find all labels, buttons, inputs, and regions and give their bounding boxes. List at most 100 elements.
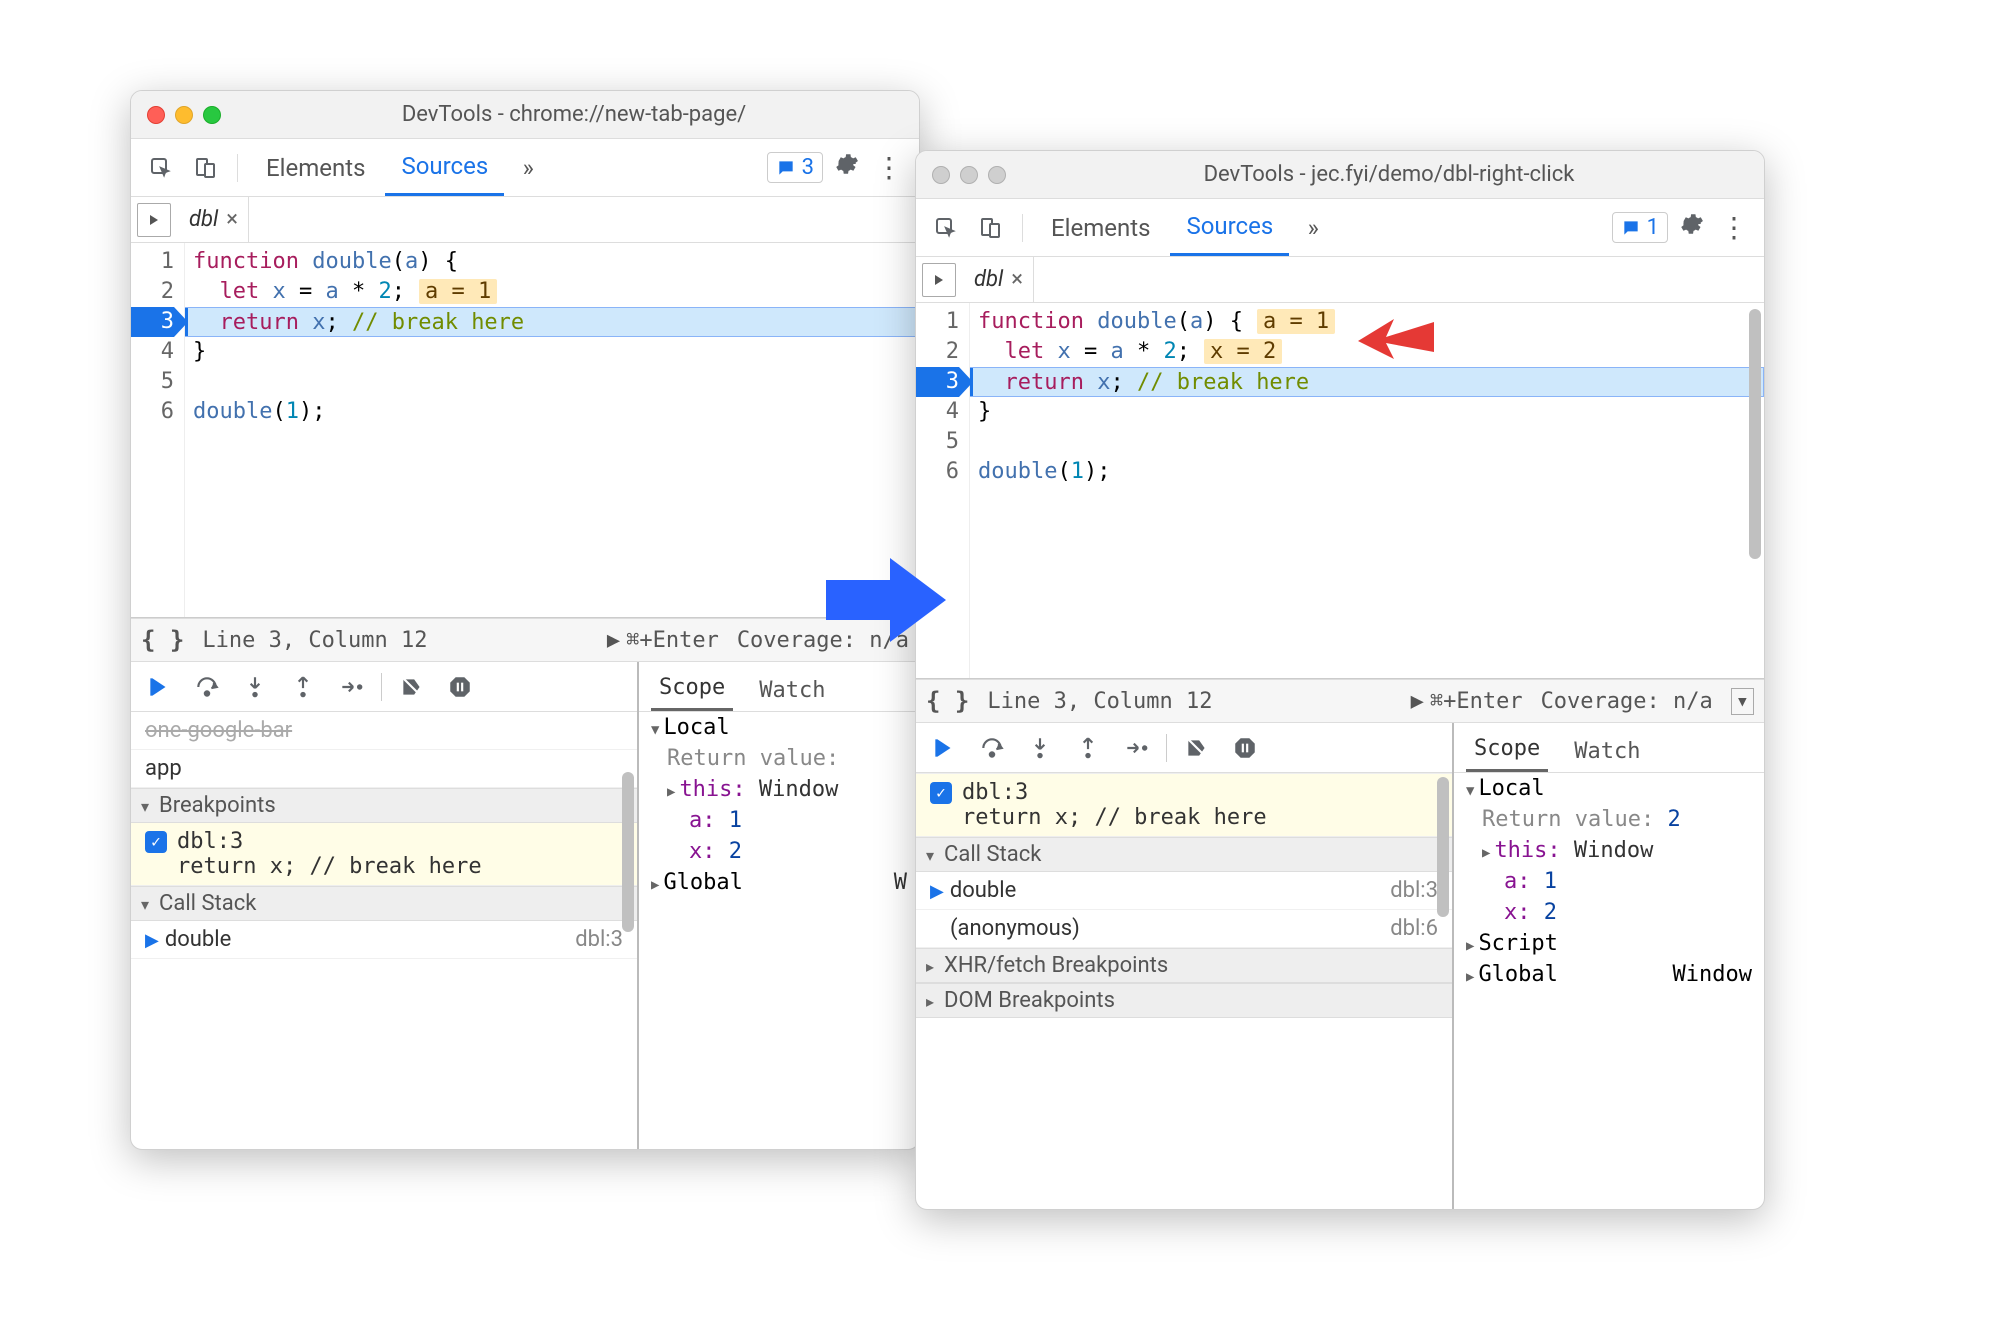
expand-icon[interactable]: ▾ xyxy=(1731,688,1754,715)
list-item[interactable]: app xyxy=(131,750,637,788)
more-tabs-icon[interactable]: » xyxy=(508,148,548,188)
deactivate-breakpoints-icon[interactable] xyxy=(390,668,434,706)
annotation-arrow-red xyxy=(1356,307,1436,371)
checkbox-icon[interactable]: ✓ xyxy=(930,782,952,804)
status-bar: { } Line 3, Column 12 ▶ ⌘+Enter Coverage… xyxy=(916,679,1764,723)
scrollbar[interactable] xyxy=(1749,309,1761,559)
tab-elements[interactable]: Elements xyxy=(250,139,381,196)
scrollbar[interactable] xyxy=(1437,777,1449,917)
navigator-toggle-icon[interactable] xyxy=(922,263,956,297)
pretty-print-icon[interactable]: { } xyxy=(141,626,184,654)
breakpoint-entry[interactable]: ✓ dbl:3 return x; // break here xyxy=(916,773,1452,837)
traffic-lights xyxy=(147,106,221,124)
debugger-sidepanel[interactable]: one-google-bar app Breakpoints ✓ dbl:3 r… xyxy=(131,712,637,1149)
section-call-stack[interactable]: Call Stack xyxy=(916,837,1452,872)
cursor-position: Line 3, Column 12 xyxy=(987,689,1212,714)
section-breakpoints[interactable]: Breakpoints xyxy=(131,788,637,823)
navigator-toggle-icon[interactable] xyxy=(137,203,171,237)
section-call-stack[interactable]: Call Stack xyxy=(131,886,637,921)
scope-tabs: Scope Watch xyxy=(639,662,919,712)
code-body[interactable]: function double(a) { let x = a * 2;a = 1… xyxy=(185,243,919,617)
file-tab-bar: dbl × xyxy=(131,197,919,243)
close-icon[interactable]: × xyxy=(226,207,238,232)
inline-value: x = 2 xyxy=(1204,339,1282,364)
scope-body[interactable]: ▼Local Return value: 2 ▶this: Window a: … xyxy=(1454,773,1764,1209)
file-tab-label: dbl xyxy=(974,267,1003,292)
resume-icon[interactable] xyxy=(137,668,181,706)
issues-badge[interactable]: 3 xyxy=(767,152,823,183)
zoom-window-icon[interactable] xyxy=(203,106,221,124)
close-icon[interactable]: × xyxy=(1011,267,1023,292)
scrollbar[interactable] xyxy=(622,772,634,932)
titlebar: DevTools - chrome://new-tab-page/ xyxy=(131,91,919,139)
kebab-menu-icon[interactable]: ⋮ xyxy=(869,151,909,184)
inspect-icon[interactable] xyxy=(141,148,181,188)
step-out-icon[interactable] xyxy=(281,668,325,706)
issues-badge[interactable]: 1 xyxy=(1612,212,1668,243)
call-stack-frame[interactable]: ▶double dbl:3 xyxy=(131,921,637,959)
inspect-icon[interactable] xyxy=(926,208,966,248)
tab-scope[interactable]: Scope xyxy=(1466,736,1548,772)
more-tabs-icon[interactable]: » xyxy=(1293,208,1333,248)
cursor-position: Line 3, Column 12 xyxy=(202,628,427,653)
pretty-print-icon[interactable]: { } xyxy=(926,687,969,715)
breakpoint-entry[interactable]: ✓ dbl:3 return x; // break here xyxy=(131,823,637,886)
step-over-icon[interactable] xyxy=(970,729,1014,767)
annotation-arrow-blue xyxy=(820,550,950,654)
deactivate-breakpoints-icon[interactable] xyxy=(1175,729,1219,767)
tab-watch[interactable]: Watch xyxy=(751,678,833,711)
file-tab-dbl[interactable]: dbl × xyxy=(964,257,1034,302)
kebab-menu-icon[interactable]: ⋮ xyxy=(1714,211,1754,244)
step-over-icon[interactable] xyxy=(185,668,229,706)
run-hint: ▶ ⌘+Enter xyxy=(607,628,719,653)
settings-icon[interactable] xyxy=(827,151,865,184)
step-icon[interactable] xyxy=(329,668,373,706)
step-into-icon[interactable] xyxy=(233,668,277,706)
breakpoint-marker[interactable]: 3 xyxy=(916,367,959,397)
main-toolbar: Elements Sources » 3 ⋮ xyxy=(131,139,919,197)
call-stack-frame[interactable]: ▶double dbl:3 xyxy=(916,872,1452,910)
resume-icon[interactable] xyxy=(922,729,966,767)
tab-scope[interactable]: Scope xyxy=(651,675,733,711)
devtools-window-right: DevTools - jec.fyi/demo/dbl-right-click … xyxy=(915,150,1765,1210)
debugger-controls xyxy=(916,723,1452,773)
tab-sources[interactable]: Sources xyxy=(385,139,504,196)
scope-body[interactable]: ▼Local Return value: ▶this: Window a: 1 … xyxy=(639,712,919,1149)
breakpoint-marker[interactable]: 3 xyxy=(131,307,174,337)
code-editor[interactable]: 1 2 3 4 5 6 function double(a) { let x =… xyxy=(131,243,919,618)
pause-exceptions-icon[interactable] xyxy=(1223,729,1267,767)
status-bar: { } Line 3, Column 12 ▶ ⌘+Enter Coverage… xyxy=(131,618,919,662)
section-dom-breakpoints[interactable]: DOM Breakpoints xyxy=(916,983,1452,1018)
file-tab-label: dbl xyxy=(189,207,218,232)
settings-icon[interactable] xyxy=(1672,211,1710,244)
minimize-window-icon[interactable] xyxy=(175,106,193,124)
devtools-window-left: DevTools - chrome://new-tab-page/ Elemen… xyxy=(130,90,920,1150)
line-gutter[interactable]: 1 2 3 4 5 6 xyxy=(131,243,185,617)
tab-elements[interactable]: Elements xyxy=(1035,199,1166,256)
step-icon[interactable] xyxy=(1114,729,1158,767)
debugger-sidepanel[interactable]: ✓ dbl:3 return x; // break here Call Sta… xyxy=(916,773,1452,1209)
code-editor[interactable]: 1 2 3 4 5 6 function double(a) {a = 1 le… xyxy=(916,303,1764,679)
file-tab-dbl[interactable]: dbl × xyxy=(179,197,249,242)
inline-value: a = 1 xyxy=(1257,309,1335,334)
tab-watch[interactable]: Watch xyxy=(1566,739,1648,772)
tab-sources[interactable]: Sources xyxy=(1170,199,1289,256)
zoom-window-icon[interactable] xyxy=(988,166,1006,184)
step-out-icon[interactable] xyxy=(1066,729,1110,767)
section-xhr-breakpoints[interactable]: XHR/fetch Breakpoints xyxy=(916,948,1452,983)
close-window-icon[interactable] xyxy=(932,166,950,184)
inline-value: a = 1 xyxy=(419,279,497,304)
device-toggle-icon[interactable] xyxy=(185,148,225,188)
pause-exceptions-icon[interactable] xyxy=(438,668,482,706)
close-window-icon[interactable] xyxy=(147,106,165,124)
debugger-controls xyxy=(131,662,637,712)
device-toggle-icon[interactable] xyxy=(970,208,1010,248)
run-hint: ▶ ⌘+Enter xyxy=(1411,689,1523,714)
call-stack-frame[interactable]: (anonymous) dbl:6 xyxy=(916,910,1452,948)
main-toolbar: Elements Sources » 1 ⋮ xyxy=(916,199,1764,257)
checkbox-icon[interactable]: ✓ xyxy=(145,831,167,853)
titlebar: DevTools - jec.fyi/demo/dbl-right-click xyxy=(916,151,1764,199)
step-into-icon[interactable] xyxy=(1018,729,1062,767)
window-title: DevTools - chrome://new-tab-page/ xyxy=(245,102,903,127)
minimize-window-icon[interactable] xyxy=(960,166,978,184)
